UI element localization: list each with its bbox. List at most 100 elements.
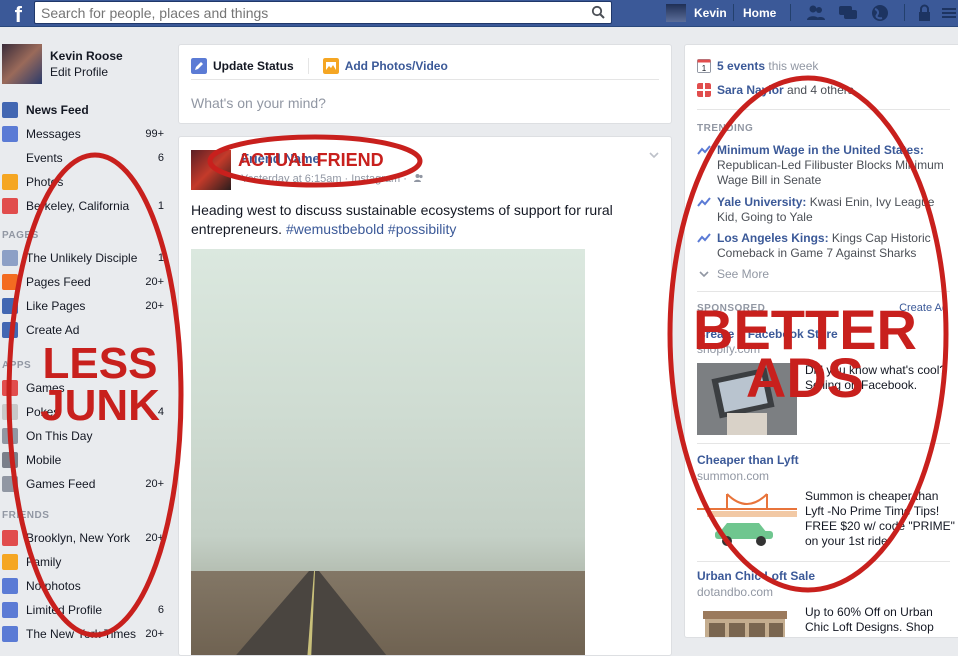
search-icon[interactable] — [591, 5, 605, 19]
annotation-junk: JUNK — [40, 381, 160, 430]
trending-topic[interactable]: Los Angeles Kings: — [717, 231, 829, 245]
location-pin-icon — [2, 198, 18, 214]
trending-arrow-icon — [697, 197, 711, 207]
sidebar-item[interactable]: Family — [2, 552, 164, 572]
apps-section-header: APPS — [2, 360, 32, 371]
privacy-lock-icon[interactable] — [916, 4, 936, 22]
birthday-name[interactable]: Sara Naylor — [717, 83, 784, 97]
sidebar-item[interactable]: Games Feed 20+ — [2, 474, 164, 494]
post-photo[interactable] — [191, 249, 585, 655]
sidebar-item[interactable]: The New York Times 20+ — [2, 624, 164, 644]
trending-item[interactable]: Los Angeles Kings: Kings Cap Historic Co… — [697, 231, 949, 261]
author-avatar[interactable] — [191, 150, 231, 190]
profile-link[interactable]: Kevin — [666, 3, 727, 23]
edit-profile-link[interactable]: Edit Profile — [50, 65, 108, 79]
hashtag-link[interactable]: #possibility — [388, 221, 456, 237]
status-input[interactable]: What's on your mind? — [191, 95, 326, 111]
sidebar-item-label: Family — [26, 555, 62, 569]
sidebar-item-count: 6 — [157, 604, 164, 616]
sidebar-item[interactable]: Create Ad — [2, 320, 164, 340]
annotation-actual-friend: ACTUAL FRIEND — [238, 150, 384, 170]
sidebar-item-count: 1 — [157, 252, 164, 264]
sidebar-item-count: 20+ — [145, 300, 164, 312]
sidebar-item[interactable]: Mobile — [2, 450, 164, 470]
annotation-ads: ADS — [745, 346, 865, 409]
news-feed-icon — [2, 102, 18, 118]
poke-icon — [2, 404, 18, 420]
divider — [697, 109, 950, 110]
divider — [733, 4, 734, 21]
sidebar-item[interactable]: Events 6 — [2, 148, 164, 168]
sidebar-item-count: 20+ — [145, 532, 164, 544]
chevron-down-icon[interactable] — [649, 151, 659, 159]
sidebar-item[interactable]: Limited Profile 6 — [2, 600, 164, 620]
sidebar-item-count: 20+ — [145, 478, 164, 490]
sidebar-item[interactable]: News Feed — [2, 100, 164, 120]
create-ad-icon — [2, 322, 18, 338]
globe-notifications-icon[interactable] — [870, 4, 890, 22]
divider — [790, 4, 791, 21]
trending-text: Minimum Wage in the United States: Repub… — [717, 143, 949, 188]
events-count[interactable]: 5 events — [717, 59, 765, 73]
logo-letter: f — [0, 0, 26, 27]
composer-tabs: Update Status Add Photos/Video — [191, 53, 659, 80]
sidebar-item-count: 20+ — [145, 276, 164, 288]
book-page-icon — [2, 250, 18, 266]
profile-name[interactable]: Kevin Roose — [50, 49, 123, 63]
sidebar-item-label: Create Ad — [26, 323, 80, 337]
sidebar-item[interactable]: Like Pages 20+ — [2, 296, 164, 316]
ad-body: Up to 60% Off on Urban Chic Loft Designs… — [805, 605, 934, 637]
sidebar-item[interactable]: Photos — [2, 172, 164, 192]
home-link[interactable]: Home — [743, 6, 776, 20]
birthday-suffix: and 4 others — [783, 83, 854, 97]
tab-add-photos-label: Add Photos/Video — [344, 59, 448, 73]
events-reminder[interactable]: 1 5 events this week — [697, 59, 818, 73]
ad-body: Summon is cheaper than Lyft -No Prime Ti… — [805, 489, 955, 548]
games-icon — [2, 380, 18, 396]
trending-item[interactable]: Minimum Wage in the United States: Repub… — [697, 143, 949, 188]
post-timestamp[interactable]: Yesterday at 6:15am · Instagram · — [241, 173, 407, 185]
profile-picture[interactable] — [2, 44, 42, 84]
sidebar-item[interactable]: Messages 99+ — [2, 124, 164, 144]
search-input[interactable] — [39, 3, 583, 23]
sidebar-item[interactable]: Pages Feed 20+ — [2, 272, 164, 292]
friends-list-icon — [2, 602, 18, 618]
home-icon — [2, 554, 18, 570]
trending-topic[interactable]: Yale University: — [717, 195, 806, 209]
gift-icon — [697, 83, 711, 97]
friends-list-icon — [2, 626, 18, 642]
sidebar-item[interactable]: The Unlikely Disciple 1 — [2, 248, 164, 268]
trending-topic[interactable]: Minimum Wage in the United States: — [717, 143, 924, 157]
hashtag-link[interactable]: #wemustbebold — [286, 221, 384, 237]
sidebar-item[interactable]: Berkeley, California 1 — [2, 196, 164, 216]
trending-text: Los Angeles Kings: Kings Cap Historic Co… — [717, 231, 949, 261]
facebook-logo[interactable]: f — [0, 0, 26, 27]
settings-menu-icon[interactable] — [940, 4, 958, 22]
messages-icon[interactable] — [838, 4, 858, 22]
sidebar-item-label: Limited Profile — [26, 603, 103, 617]
trending-item[interactable]: Yale University: Kwasi Enin, Ivy League … — [697, 195, 949, 225]
birthday-reminder[interactable]: Sara Naylor and 4 others — [697, 83, 854, 97]
tab-add-photos[interactable]: Add Photos/Video — [322, 58, 462, 74]
see-more-link[interactable]: See More — [697, 267, 769, 281]
ad-title[interactable]: Cheaper than Lyft — [697, 453, 799, 467]
sidebar-item[interactable]: No photos — [2, 576, 164, 596]
sidebar-item-label: On This Day — [26, 429, 93, 443]
ad-domain: summon.com — [697, 469, 770, 483]
games-feed-icon — [2, 476, 18, 492]
trending-text: Yale University: Kwasi Enin, Ivy League … — [717, 195, 949, 225]
tab-update-status[interactable]: Update Status — [191, 58, 309, 74]
photo-icon — [322, 58, 339, 74]
ad-image-sideboard[interactable] — [697, 605, 797, 638]
trending-arrow-icon — [697, 145, 711, 155]
ad-title[interactable]: Urban Chic Loft Sale — [697, 569, 815, 583]
sidebar-item[interactable]: Brooklyn, New York 20+ — [2, 528, 164, 548]
post-text: Heading west to discuss sustainable ecos… — [191, 201, 651, 239]
sidebar-item-label: Messages — [26, 127, 81, 141]
ad-image-car[interactable] — [697, 489, 797, 549]
post-meta: Yesterday at 6:15am · Instagram · — [241, 173, 424, 185]
svg-text:1: 1 — [702, 64, 707, 73]
annotation-less: LESS — [42, 339, 158, 388]
friend-requests-icon[interactable] — [806, 4, 826, 22]
clock-icon — [2, 428, 18, 444]
